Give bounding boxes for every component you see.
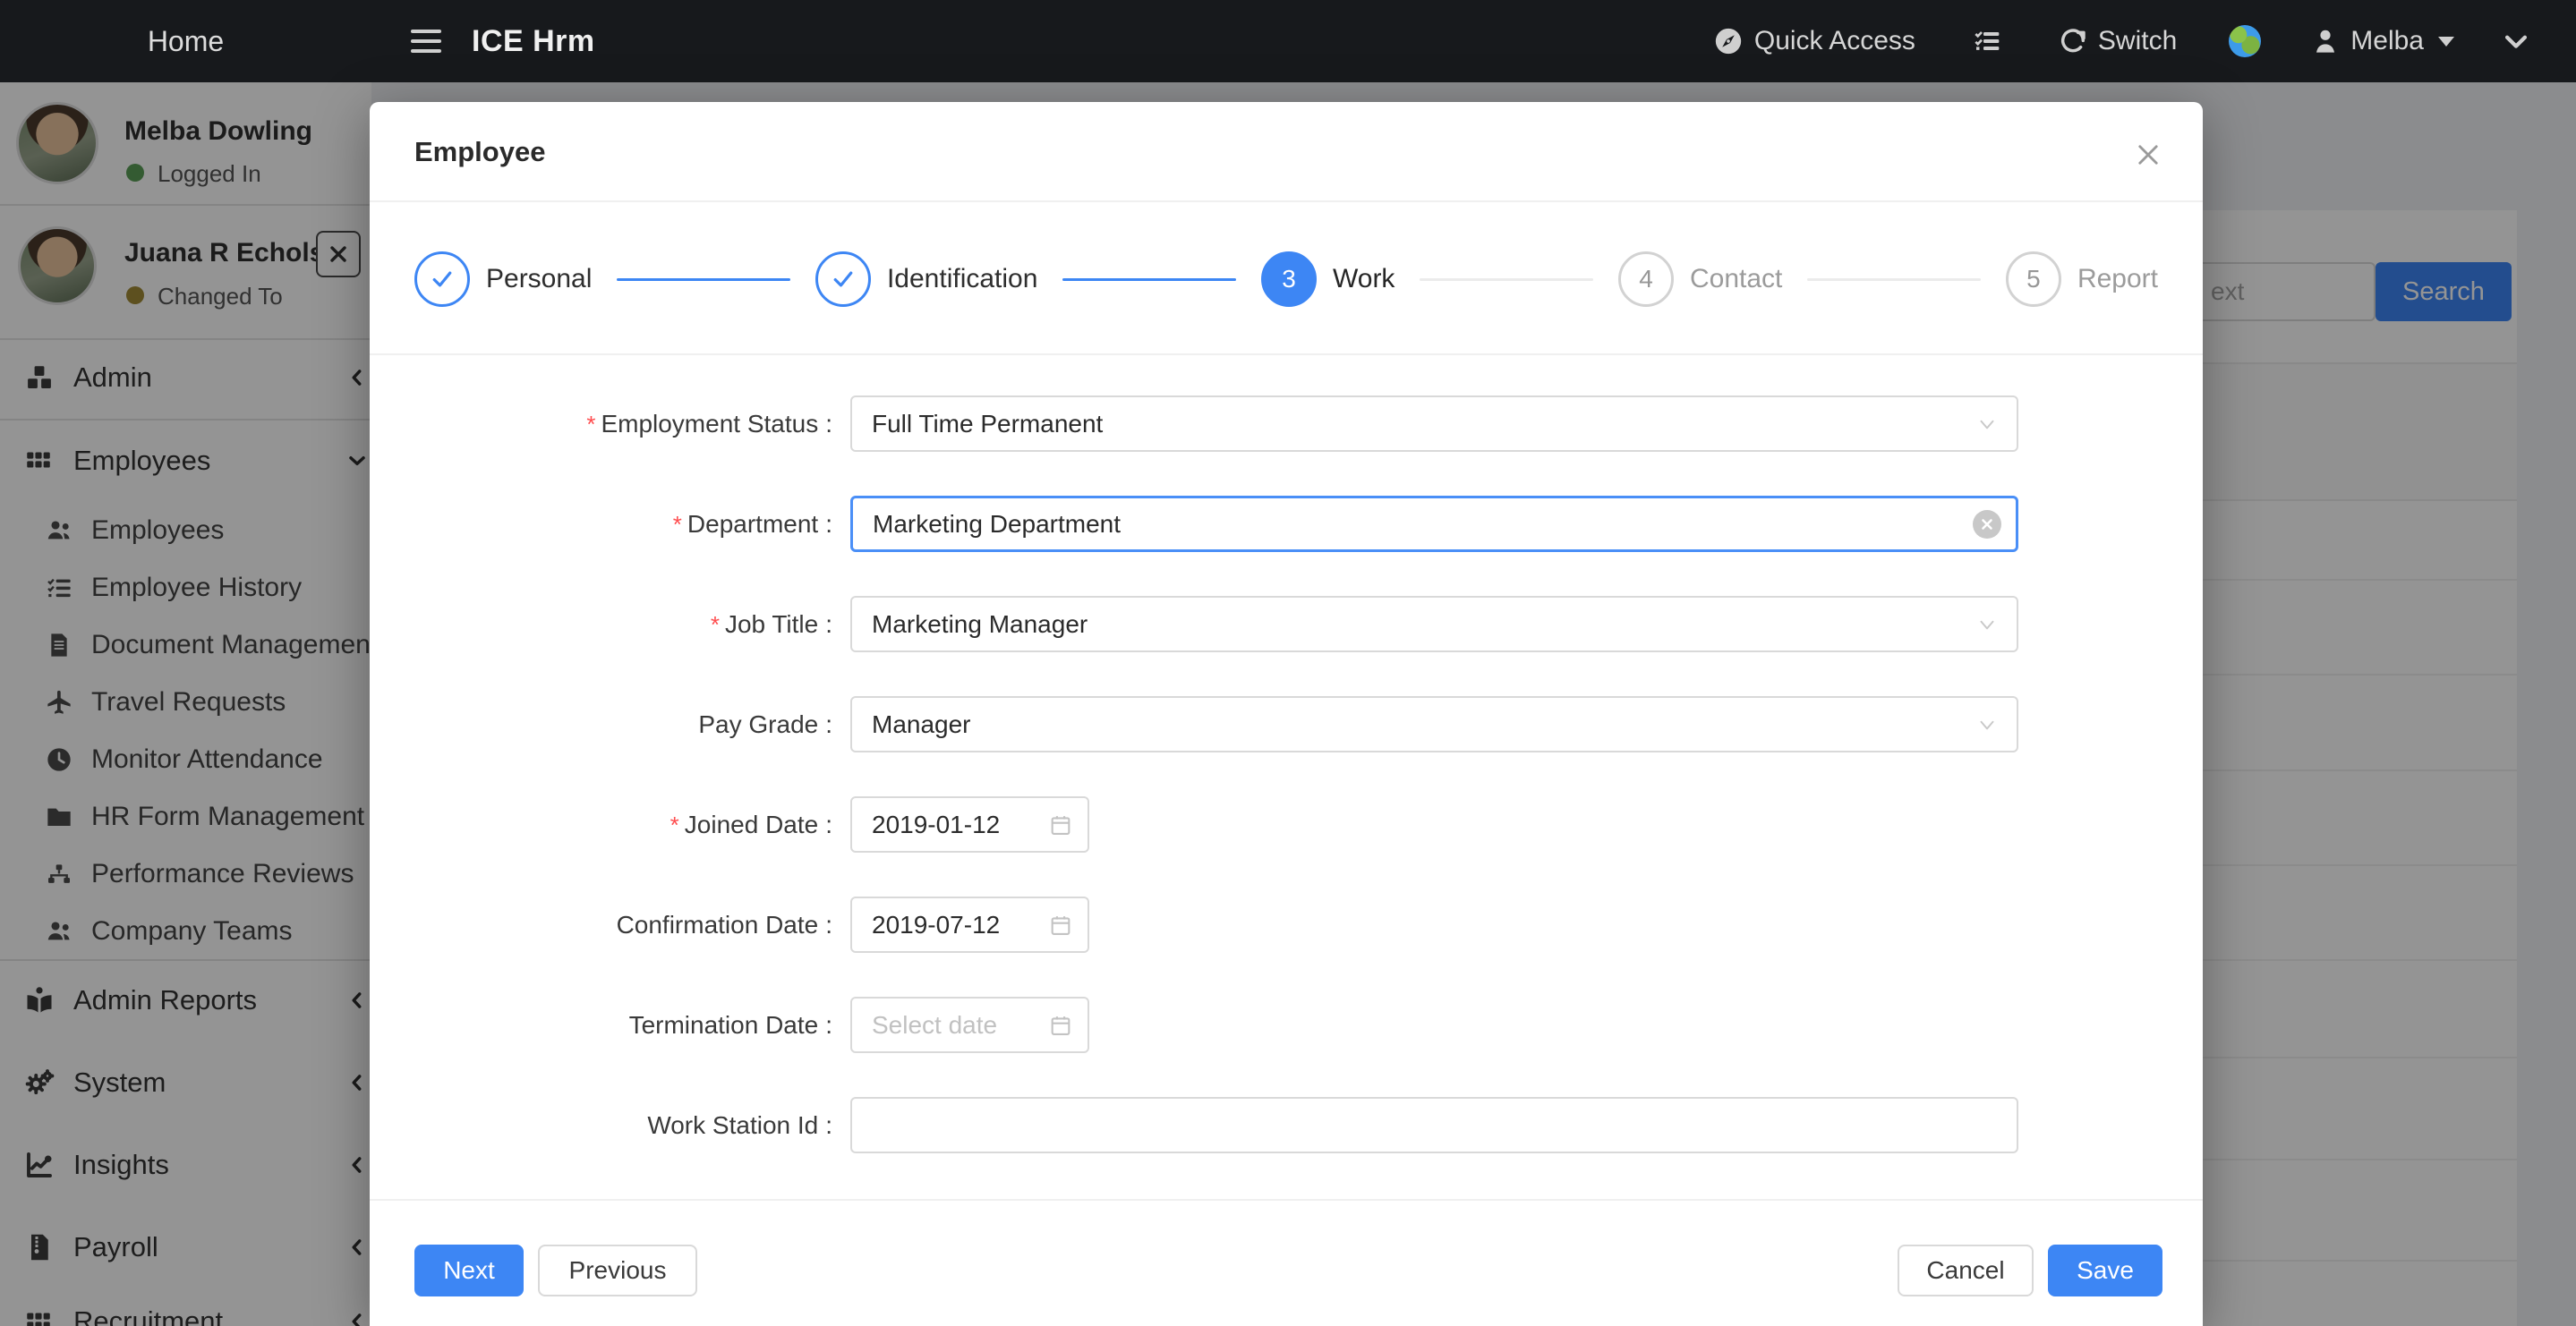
calendar-icon [1048, 1013, 1073, 1038]
employment-status-select[interactable]: Full Time Permanent [850, 395, 2018, 452]
chevron-down-icon [1975, 713, 1999, 736]
field-label: *Confirmation Date: [414, 897, 832, 953]
nav-home-link[interactable]: Home [0, 25, 371, 58]
divider [370, 353, 2203, 355]
step-report[interactable]: 5 Report [2006, 251, 2158, 307]
job-title-select[interactable]: Marketing Manager [850, 596, 2018, 652]
employee-modal: Employee Personal Identification 3 Work [370, 102, 2203, 1326]
step-check-icon [414, 251, 470, 307]
field-label: *Joined Date: [414, 796, 832, 853]
close-icon [2133, 140, 2163, 170]
screen: ext Search Delete Copy Delete Copy Delet… [0, 0, 2576, 1326]
caret-down-icon [2438, 37, 2454, 47]
field-label: *Employment Status: [414, 395, 832, 452]
joined-date-picker[interactable]: 2019-01-12 [850, 796, 1089, 853]
calendar-icon [1048, 812, 1073, 837]
step-connector [1062, 278, 1236, 281]
next-button[interactable]: Next [414, 1245, 524, 1296]
step-check-icon [815, 251, 871, 307]
clear-icon[interactable] [1973, 510, 2001, 539]
step-identification[interactable]: Identification [815, 251, 1037, 307]
person-icon [2311, 27, 2340, 55]
switch-button[interactable]: Switch [2059, 26, 2177, 56]
save-button[interactable]: Save [2048, 1245, 2162, 1296]
step-connector [617, 278, 790, 281]
step-personal[interactable]: Personal [414, 251, 592, 307]
wizard-steps: Personal Identification 3 Work 4 Contact… [414, 251, 2158, 307]
switch-refresh-icon [2059, 27, 2087, 55]
confirmation-date-picker[interactable]: 2019-07-12 [850, 897, 1089, 953]
navbar-collapse-chevron-icon[interactable] [2501, 26, 2531, 56]
step-work[interactable]: 3 Work [1261, 251, 1395, 307]
chevron-down-icon [1975, 613, 1999, 636]
modal-title: Employee [414, 136, 545, 168]
menu-toggle-icon[interactable] [411, 30, 441, 53]
divider [370, 1199, 2203, 1201]
step-number: 3 [1261, 251, 1317, 307]
pay-grade-select[interactable]: Manager [850, 696, 2018, 752]
app-brand: ICE Hrm [472, 24, 595, 59]
termination-date-picker[interactable]: Select date [850, 997, 1089, 1053]
field-label: *Department: [414, 496, 832, 552]
task-list-icon[interactable] [1973, 27, 2001, 55]
step-number: 5 [2006, 251, 2061, 307]
cancel-button[interactable]: Cancel [1898, 1245, 2034, 1296]
modal-close-button[interactable] [2133, 140, 2163, 174]
step-contact[interactable]: 4 Contact [1618, 251, 1782, 307]
step-connector [1807, 278, 1981, 281]
work-station-id-input[interactable] [850, 1097, 2018, 1153]
top-navbar: Home ICE Hrm Quick Access Switch Melba [0, 0, 2576, 82]
divider [370, 200, 2203, 202]
language-globe-icon[interactable] [2229, 25, 2261, 57]
chevron-down-icon [1975, 412, 1999, 436]
compass-icon [1713, 26, 1744, 56]
field-label: *Work Station Id: [414, 1097, 832, 1153]
previous-button[interactable]: Previous [538, 1245, 697, 1296]
field-label: *Job Title: [414, 596, 832, 652]
field-label: *Pay Grade: [414, 696, 832, 752]
step-connector [1420, 278, 1593, 281]
calendar-icon [1048, 913, 1073, 938]
step-number: 4 [1618, 251, 1674, 307]
field-label: *Termination Date: [414, 997, 832, 1053]
department-select[interactable]: Marketing Department [850, 496, 2018, 552]
user-menu[interactable]: Melba [2311, 26, 2454, 56]
quick-access-button[interactable]: Quick Access [1713, 26, 1915, 56]
